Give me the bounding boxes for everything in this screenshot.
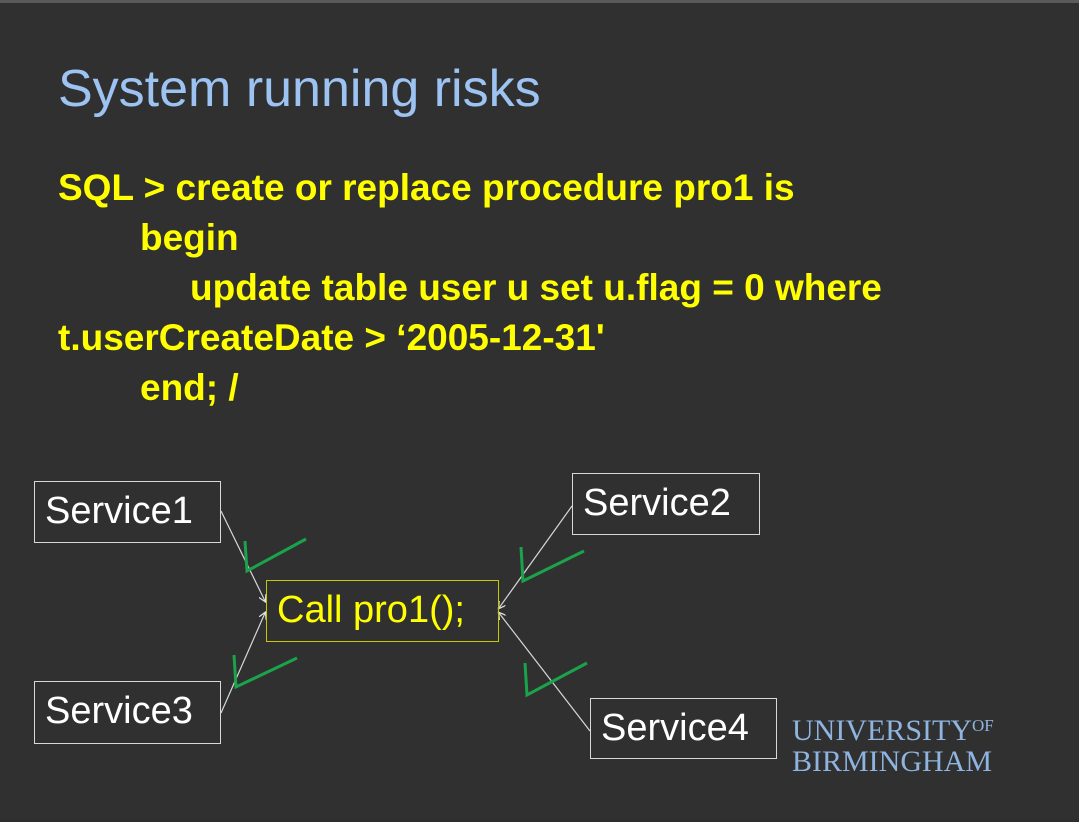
- service4-box: Service4: [590, 698, 777, 759]
- connector-service1: [220, 510, 265, 601]
- check-mark-icon: [243, 537, 307, 574]
- logo-line1: UNIVERSITYOF: [792, 714, 994, 747]
- logo-line2: BIRMINGHAM: [792, 745, 993, 778]
- check-mark-icon: [523, 661, 588, 698]
- service1-box: Service1: [34, 481, 221, 543]
- connector-service4: [499, 613, 591, 732]
- check-mark-icon: [232, 654, 298, 690]
- slide: System running risks SQL > create or rep…: [0, 0, 1079, 819]
- service2-box: Service2: [572, 473, 760, 535]
- call-procedure-box: Call pro1();: [266, 580, 499, 642]
- service3-box: Service3: [34, 681, 221, 744]
- university-logo: UNIVERSITYOF BIRMINGHAM: [792, 710, 994, 777]
- connector-service3: [220, 613, 265, 714]
- connector-service2: [499, 505, 573, 608]
